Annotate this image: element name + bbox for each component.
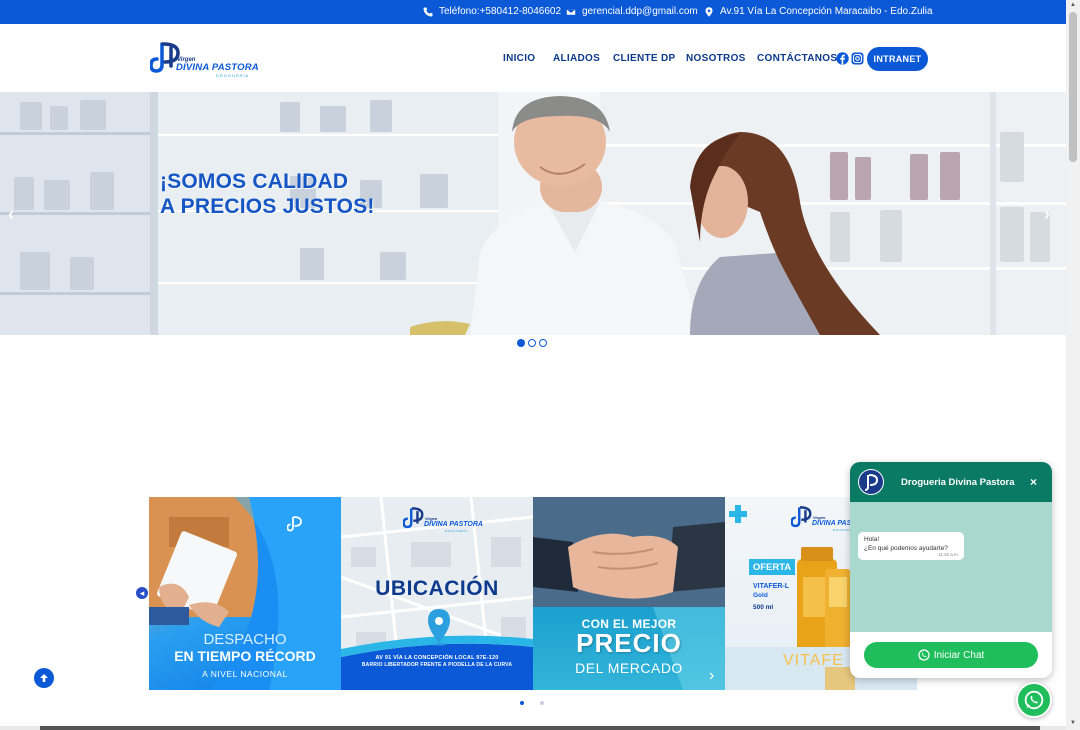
intranet-button[interactable]: INTRANET — [867, 47, 928, 71]
whatsapp-icon — [1024, 690, 1044, 710]
hero-dot-3[interactable] — [539, 339, 547, 347]
facebook-icon[interactable] — [836, 52, 849, 65]
card-ubicacion-logo-brand: DIVINA PASTORA — [424, 521, 483, 528]
scroll-to-top-button[interactable] — [34, 668, 54, 688]
card-ubicacion-line-1: AV 91 VÍA LA CONCEPCIÓN LOCAL 97E-120 — [375, 655, 499, 661]
phone-icon — [423, 7, 433, 16]
chat-header: Drogueria Divina Pastora × — [850, 462, 1052, 502]
card-despacho-line-3: A NIVEL NACIONAL — [202, 669, 288, 679]
nav-cliente-dp[interactable]: CLIENTE DP — [613, 53, 675, 64]
carousel-dot-1[interactable] — [520, 701, 524, 705]
chat-message-area: Hola! ¿En qué podemos ayudarte? 11:26 a.… — [850, 502, 1052, 632]
hero-slider: ¡SOMOS CALIDAD A PRECIOS JUSTOS! ‹ › — [0, 92, 1066, 335]
card-precio-line-2: PRECIO — [576, 628, 682, 658]
hero-line-2: A PRECIOS JUSTOS! — [160, 195, 375, 218]
card-despacho-line-1: DESPACHO — [203, 631, 287, 648]
card-oferta-size: 500 ml — [753, 604, 774, 611]
chat-welcome-bubble: Hola! ¿En qué podemos ayudarte? 11:26 a.… — [858, 532, 964, 560]
hero-prev-arrow[interactable]: ‹ — [8, 204, 14, 225]
card-mejor-precio[interactable]: CON EL MEJOR PRECIO DEL MERCADO › — [533, 497, 725, 690]
start-chat-button[interactable]: Iniciar Chat — [864, 642, 1038, 668]
hero-next-arrow[interactable]: › — [1044, 204, 1050, 225]
card-ubicacion-logo-tag: DROGUERÍA — [445, 529, 468, 533]
site-header: Virgen DIVINA PASTORA DROGUERÍA INICIO A… — [0, 24, 1066, 92]
nav-contactanos[interactable]: CONTÁCTANOS — [757, 53, 837, 64]
whatsapp-icon — [918, 649, 930, 661]
card-despacho-logo-icon — [287, 516, 302, 532]
logo-tag-text: DROGUERÍA — [216, 73, 250, 78]
address-contact[interactable]: Av.91 Vía La Concepción Maracaibo - Edo.… — [704, 6, 933, 17]
scroll-down-arrow-icon[interactable]: ▼ — [1070, 720, 1076, 726]
card-despacho[interactable]: DESPACHO EN TIEMPO RÉCORD A NIVEL NACION… — [149, 497, 341, 690]
envelope-icon — [566, 8, 576, 15]
nav-nosotros[interactable]: NOSOTROS — [686, 53, 746, 64]
scroll-up-arrow-icon[interactable]: ▲ — [1070, 2, 1076, 8]
chat-time: 11:26 a.m. — [938, 552, 959, 557]
whatsapp-floating-button[interactable] — [1016, 682, 1052, 718]
start-chat-label: Iniciar Chat — [933, 649, 985, 661]
site-logo[interactable]: Virgen DIVINA PASTORA DROGUERÍA — [150, 41, 260, 78]
vertical-scrollbar[interactable]: ▲ ▼ — [1066, 0, 1080, 730]
card-ubicacion-line-2: BARRIO LIBERTADOR FRENTE A PIODELLA DE L… — [361, 662, 513, 668]
chat-close-button[interactable]: × — [1030, 475, 1037, 489]
instagram-icon[interactable] — [851, 52, 864, 65]
email-text: gerencial.ddp@gmail.com — [582, 6, 698, 17]
hero-pagination — [517, 339, 547, 347]
carousel-prev-button[interactable]: ◂ — [136, 587, 148, 599]
email-contact[interactable]: gerencial.ddp@gmail.com — [566, 6, 698, 17]
hero-headline: ¡SOMOS CALIDAD A PRECIOS JUSTOS! — [160, 169, 375, 219]
card-oferta-logo-icon — [791, 506, 812, 528]
scrollbar-thumb[interactable] — [1069, 12, 1077, 162]
nav-aliados[interactable]: ALIADOS — [553, 53, 600, 64]
card-oferta-product-variant: Gold — [753, 592, 768, 599]
card-despacho-line-2: EN TIEMPO RÉCORD — [174, 648, 316, 664]
phone-text: Teléfono:+580412-8046602 — [439, 6, 562, 17]
hero-line-1: ¡SOMOS CALIDAD — [160, 170, 349, 193]
chat-business-name: Drogueria Divina Pastora — [901, 477, 1015, 488]
top-contact-bar: Teléfono:+580412-8046602 gerencial.ddp@g… — [0, 0, 1066, 24]
address-text: Av.91 Vía La Concepción Maracaibo - Edo.… — [720, 6, 933, 17]
card-ubicacion-logo-icon — [403, 507, 424, 529]
chat-avatar-logo-icon — [859, 470, 883, 494]
phone-contact[interactable]: Teléfono:+580412-8046602 — [423, 6, 561, 17]
arrow-up-icon — [40, 674, 48, 682]
card-ubicacion-title: UBICACIÓN — [375, 577, 499, 600]
chat-greeting: Hola! — [864, 536, 880, 543]
carousel-dot-2[interactable] — [540, 701, 544, 705]
location-pin-icon — [705, 6, 713, 17]
card-ubicacion[interactable]: Virgen DIVINA PASTORA DROGUERÍA UBICACIÓ… — [341, 497, 533, 690]
horizontal-scrollbar[interactable] — [0, 726, 1066, 730]
logo-brand-text: DIVINA PASTORA — [176, 62, 259, 73]
card-oferta-bottom-text: VITAFE — [783, 652, 844, 669]
card-oferta-product-name: VITAFER-L — [753, 583, 790, 590]
nav-inicio[interactable]: INICIO — [503, 53, 535, 64]
services-carousel: DESPACHO EN TIEMPO RÉCORD A NIVEL NACION… — [149, 497, 918, 690]
chat-avatar — [858, 469, 884, 495]
card-carousel-next-arrow[interactable]: › — [709, 667, 714, 685]
whatsapp-chat-widget: Drogueria Divina Pastora × Hola! ¿En qué… — [850, 462, 1052, 678]
horizontal-scrollbar-thumb[interactable] — [40, 726, 1040, 730]
carousel-pagination — [520, 701, 544, 705]
card-precio-line-3: DEL MERCADO — [575, 660, 683, 676]
hero-dot-1[interactable] — [517, 339, 525, 347]
hero-dot-2[interactable] — [528, 339, 536, 347]
card-oferta-badge: OFERTA — [749, 559, 795, 575]
